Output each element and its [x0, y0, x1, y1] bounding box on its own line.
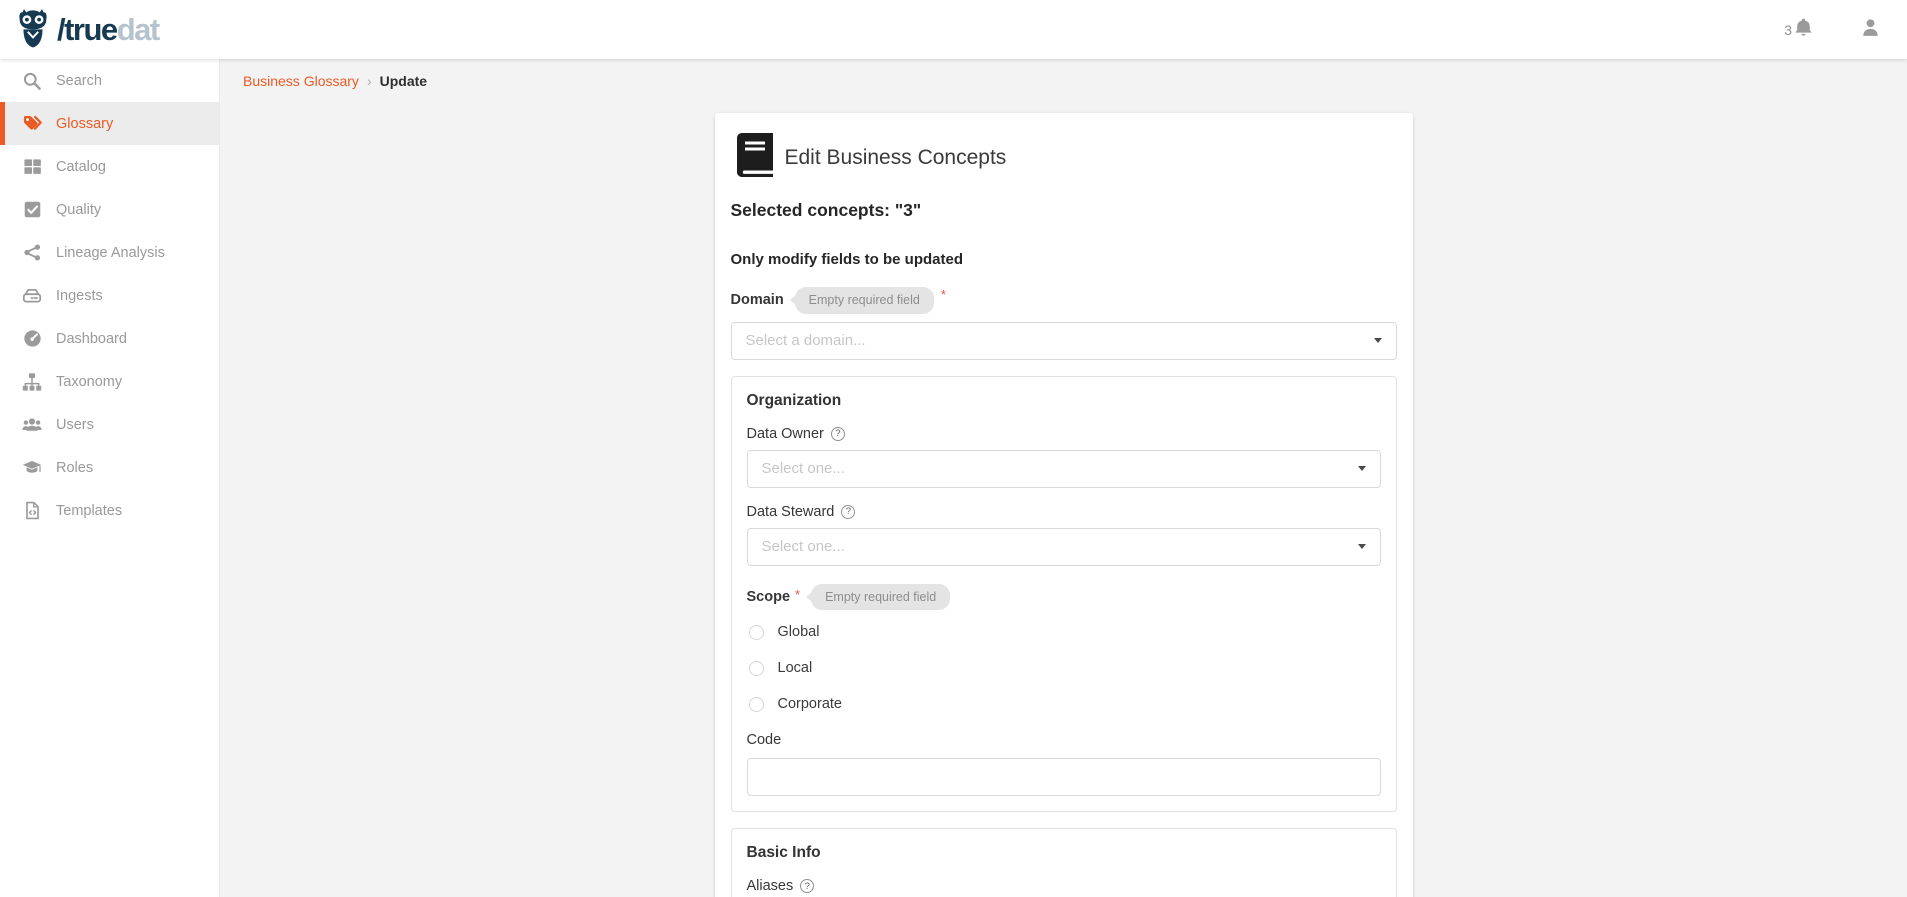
sitemap-icon — [22, 372, 42, 392]
card-header: Edit Business Concepts — [731, 129, 1397, 194]
breadcrumb-link-business-glossary[interactable]: Business Glossary — [243, 73, 359, 89]
domain-required-asterisk: * — [941, 287, 946, 302]
scope-option-global[interactable]: Global — [749, 624, 1381, 640]
drive-icon — [22, 286, 42, 306]
sidebar-item-label: Roles — [56, 460, 93, 476]
breadcrumb-separator: › — [367, 73, 372, 89]
caret-down-icon — [1358, 466, 1366, 471]
domain-label-row: Domain Empty required field * — [731, 287, 1397, 314]
brand-name-primary: /true — [57, 12, 117, 47]
brand-name-secondary: dat — [117, 12, 159, 47]
data-steward-select-placeholder: Select one... — [762, 538, 845, 555]
help-icon[interactable]: ? — [841, 505, 855, 519]
user-icon — [1860, 17, 1881, 38]
radio-label: Global — [778, 624, 820, 640]
scope-empty-required-badge: Empty required field — [811, 584, 950, 611]
data-owner-select[interactable]: Select one... — [747, 450, 1381, 488]
page-title: Edit Business Concepts — [785, 146, 1007, 170]
radio-button-corporate[interactable] — [749, 697, 764, 712]
sidebar-item-label: Ingests — [56, 288, 103, 304]
radio-button-local[interactable] — [749, 661, 764, 676]
code-label: Code — [747, 732, 782, 748]
sidebar-item-label: Quality — [56, 202, 101, 218]
sidebar-item-label: Templates — [56, 503, 122, 519]
file-code-icon — [22, 501, 42, 521]
notifications-button[interactable]: 3 — [1784, 17, 1814, 43]
gauge-icon — [22, 329, 42, 349]
scope-label-row: Scope * Empty required field — [747, 584, 1381, 611]
basic-info-section: Basic Info Aliases ? Select one... GDPR … — [731, 828, 1397, 897]
share-network-icon — [22, 243, 42, 263]
sidebar-item-label: Dashboard — [56, 331, 127, 347]
sidebar-item-label: Search — [56, 73, 102, 89]
owl-logo-icon — [14, 6, 52, 53]
notification-count-badge: 3 — [1784, 22, 1792, 38]
sidebar-item-templates[interactable]: Templates — [0, 489, 219, 532]
sidebar-item-label: Users — [56, 417, 94, 433]
topbar-actions: 3 — [1784, 17, 1885, 43]
sidebar-item-glossary[interactable]: Glossary — [0, 102, 219, 145]
data-steward-select[interactable]: Select one... — [747, 528, 1381, 566]
sidebar-item-ingests[interactable]: Ingests — [0, 274, 219, 317]
organization-section: Organization Data Owner ? Select one... … — [731, 376, 1397, 813]
domain-empty-required-badge: Empty required field — [795, 287, 934, 314]
radio-label: Corporate — [778, 696, 842, 712]
radio-button-global[interactable] — [749, 625, 764, 640]
book-icon — [737, 133, 773, 182]
organization-section-title: Organization — [747, 392, 1381, 410]
edit-concepts-card: Edit Business Concepts Selected concepts… — [715, 113, 1413, 897]
data-owner-label: Data Owner — [747, 426, 824, 442]
scope-label: Scope — [747, 589, 791, 605]
breadcrumb-current: Update — [380, 73, 427, 89]
data-steward-label: Data Steward — [747, 504, 835, 520]
sidebar-item-label: Glossary — [56, 116, 113, 132]
domain-select[interactable]: Select a domain... — [731, 322, 1397, 360]
sidebar-item-search[interactable]: Search — [0, 59, 219, 102]
aliases-field: Aliases ? Select one... — [747, 878, 1381, 897]
bell-icon — [1793, 17, 1814, 43]
sidebar-item-quality[interactable]: Quality — [0, 188, 219, 231]
users-icon — [22, 415, 42, 435]
data-steward-field: Data Steward ? Select one... — [747, 504, 1381, 566]
truedat-logo[interactable]: /truedat — [14, 6, 159, 53]
sidebar-item-label: Lineage Analysis — [56, 245, 165, 261]
topbar: /truedat 3 — [0, 0, 1907, 59]
sidebar-item-catalog[interactable]: Catalog — [0, 145, 219, 188]
sidebar-item-lineage[interactable]: Lineage Analysis — [0, 231, 219, 274]
scope-option-corporate[interactable]: Corporate — [749, 696, 1381, 712]
sidebar-item-taxonomy[interactable]: Taxonomy — [0, 360, 219, 403]
breadcrumb: Business Glossary › Update — [243, 73, 1907, 91]
graduation-cap-icon — [22, 458, 42, 478]
caret-down-icon — [1358, 544, 1366, 549]
sidebar-item-users[interactable]: Users — [0, 403, 219, 446]
sidebar-item-dashboard[interactable]: Dashboard — [0, 317, 219, 360]
aliases-label: Aliases — [747, 878, 794, 894]
instruction-text: Only modify fields to be updated — [731, 251, 1397, 268]
scope-option-local[interactable]: Local — [749, 660, 1381, 676]
user-menu-button[interactable] — [1860, 17, 1881, 43]
caret-down-icon — [1374, 338, 1382, 343]
basic-info-section-title: Basic Info — [747, 844, 1381, 862]
help-icon[interactable]: ? — [800, 879, 814, 893]
selected-concepts-heading: Selected concepts: "3" — [731, 200, 1397, 221]
sidebar: Search Glossary Catalog — [0, 59, 220, 897]
main-content: Business Glossary › Update Edit Business C… — [220, 59, 1907, 897]
search-icon — [22, 71, 42, 91]
sidebar-item-label: Taxonomy — [56, 374, 122, 390]
tags-icon — [22, 114, 42, 134]
grid-icon — [22, 157, 42, 177]
help-icon[interactable]: ? — [831, 427, 845, 441]
check-square-icon — [22, 200, 42, 220]
code-input[interactable] — [747, 758, 1381, 796]
domain-select-placeholder: Select a domain... — [746, 332, 866, 349]
radio-label: Local — [778, 660, 813, 676]
sidebar-item-label: Catalog — [56, 159, 106, 175]
data-owner-field: Data Owner ? Select one... — [747, 426, 1381, 488]
brand-name: /truedat — [57, 14, 159, 45]
sidebar-item-roles[interactable]: Roles — [0, 446, 219, 489]
code-field: Code — [747, 732, 1381, 796]
data-owner-select-placeholder: Select one... — [762, 460, 845, 477]
scope-required-asterisk: * — [795, 587, 800, 602]
domain-label: Domain — [731, 292, 784, 308]
